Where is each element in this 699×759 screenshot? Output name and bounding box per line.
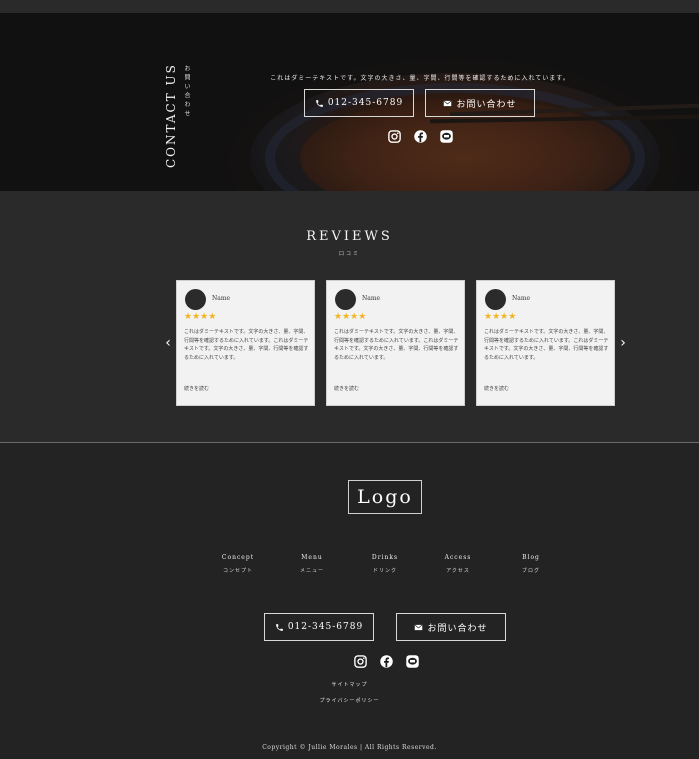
read-more-link[interactable]: 続きを読む <box>184 385 209 392</box>
line-icon[interactable] <box>438 128 454 144</box>
review-card: Name ★★★★ これはダミーテキストです。文字の大きさ、量、字間、行間等を確… <box>176 280 315 406</box>
site-footer: Logo Concept コンセプト Menu メニュー Drinks ドリンク… <box>0 443 699 759</box>
footer-nav-concept[interactable]: Concept コンセプト <box>208 554 268 574</box>
contact-title: CONTACT US <box>164 63 178 169</box>
inquiry-label: お問い合わせ <box>427 623 488 634</box>
avatar <box>335 289 356 310</box>
footer-social-links <box>352 653 420 669</box>
phone-label: 012-345-6789 <box>327 98 404 108</box>
reviewer-name: Name <box>512 295 531 302</box>
review-text: これはダミーテキストです。文字の大きさ、量、字間、行間等を確認するために入れてい… <box>484 329 609 361</box>
instagram-icon[interactable] <box>352 653 368 669</box>
footer-nav-drinks[interactable]: Drinks ドリンク <box>355 554 415 574</box>
reviewer-name: Name <box>212 295 231 302</box>
avatar <box>185 289 206 310</box>
privacy-policy-link[interactable]: プライバシーポリシー <box>0 697 699 704</box>
contact-subtitle: お問い合わせ <box>183 65 190 119</box>
mail-icon <box>415 624 423 630</box>
instagram-icon[interactable] <box>386 128 402 144</box>
reviews-title: REVIEWS <box>306 229 393 244</box>
read-more-link[interactable]: 続きを読む <box>334 385 359 392</box>
footer-nav-access[interactable]: Access アクセス <box>428 554 488 574</box>
review-text: これはダミーテキストです。文字の大きさ、量、字間、行間等を確認するために入れてい… <box>184 329 309 361</box>
star-rating: ★★★★ <box>184 312 217 322</box>
avatar <box>485 289 506 310</box>
star-rating: ★★★★ <box>484 312 517 322</box>
footer-inquiry-button[interactable]: お問い合わせ <box>396 613 506 641</box>
inquiry-label: お問い合わせ <box>456 99 517 110</box>
top-bar <box>0 0 699 13</box>
mail-icon <box>444 100 452 106</box>
contact-description: これはダミーテキストです。文字の大きさ、量、字間、行間等を確認するために入れてい… <box>270 75 570 82</box>
reviewer-name: Name <box>362 295 381 302</box>
phone-icon <box>315 99 323 107</box>
contact-section: CONTACT US お問い合わせ これはダミーテキストです。文字の大きさ、量、… <box>0 13 699 191</box>
line-icon[interactable] <box>404 653 420 669</box>
read-more-link[interactable]: 続きを読む <box>484 385 509 392</box>
review-card: Name ★★★★ これはダミーテキストです。文字の大きさ、量、字間、行間等を確… <box>476 280 615 406</box>
sitemap-link[interactable]: サイトマップ <box>0 681 699 688</box>
contact-social-links <box>386 128 454 144</box>
reviews-section: REVIEWS 口コミ ‹ › Name ★★★★ これはダミーテキストです。文… <box>0 191 699 443</box>
next-arrow-icon[interactable]: › <box>618 336 628 350</box>
facebook-icon[interactable] <box>378 653 394 669</box>
footer-nav-menu[interactable]: Menu メニュー <box>282 554 342 574</box>
review-card: Name ★★★★ これはダミーテキストです。文字の大きさ、量、字間、行間等を確… <box>326 280 465 406</box>
contact-phone-button[interactable]: 012-345-6789 <box>304 89 414 117</box>
contact-inquiry-button[interactable]: お問い合わせ <box>425 89 535 117</box>
prev-arrow-icon[interactable]: ‹ <box>163 336 173 350</box>
facebook-icon[interactable] <box>412 128 428 144</box>
footer-nav-blog[interactable]: Blog ブログ <box>501 554 561 574</box>
reviews-subtitle: 口コミ <box>338 251 360 257</box>
phone-icon <box>275 623 283 631</box>
phone-label: 012-345-6789 <box>287 622 364 632</box>
review-text: これはダミーテキストです。文字の大きさ、量、字間、行間等を確認するために入れてい… <box>334 329 459 361</box>
copyright: Copyright © Jullie Morales | All Rights … <box>262 744 437 751</box>
star-rating: ★★★★ <box>334 312 367 322</box>
footer-phone-button[interactable]: 012-345-6789 <box>264 613 374 641</box>
site-logo[interactable]: Logo <box>348 480 422 514</box>
